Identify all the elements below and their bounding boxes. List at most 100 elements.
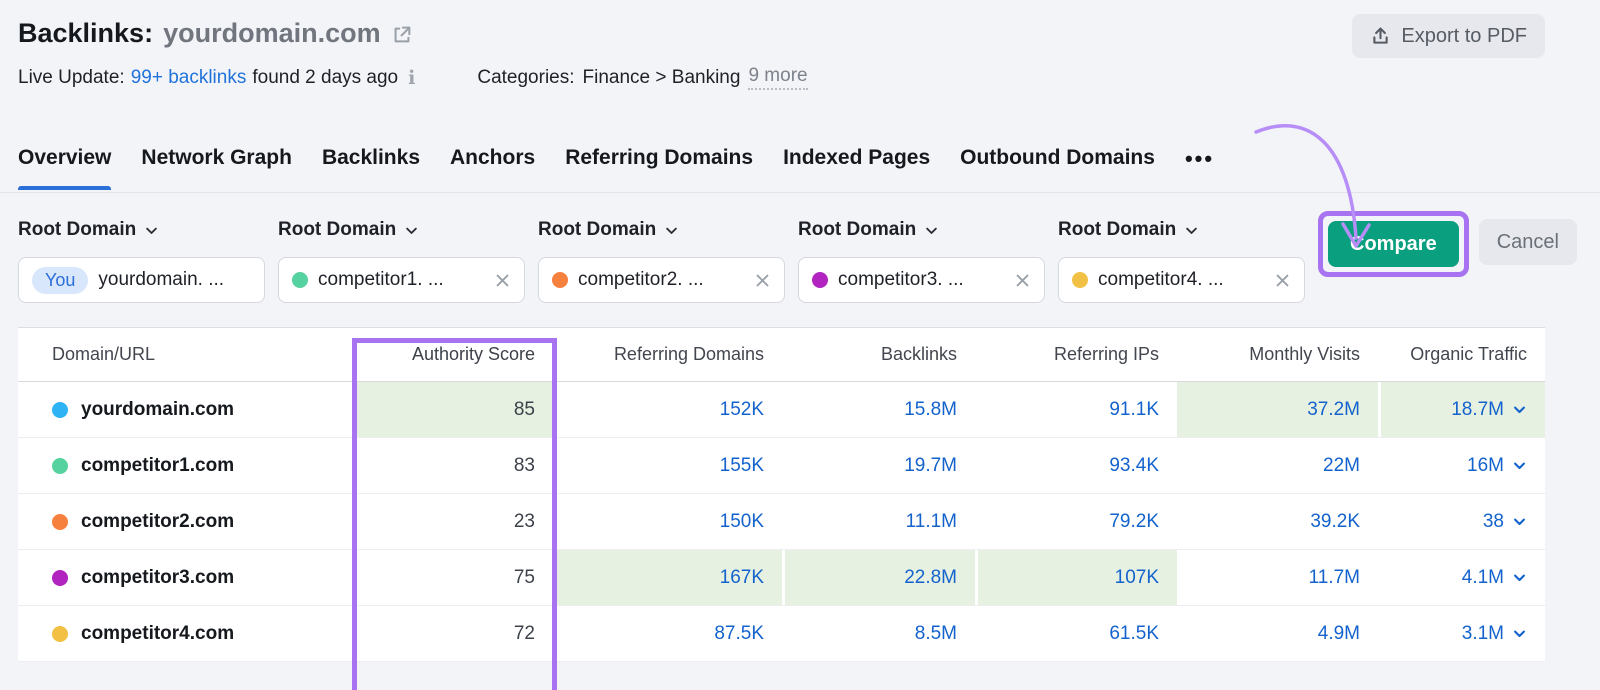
categories-more-link[interactable]: 9 more [748, 65, 808, 90]
root-domain-dropdown[interactable]: Root Domain [798, 219, 1045, 241]
domain-chip-3[interactable]: competitor3. ... [798, 257, 1045, 303]
referring-domains-link[interactable]: 150K [720, 511, 764, 533]
domain-chip-1[interactable]: competitor1. ... [278, 257, 525, 303]
monthly-visits-cell: 39.2K [1177, 494, 1378, 550]
referring-ips-link[interactable]: 93.4K [1109, 455, 1159, 477]
authority-score-value: 23 [513, 510, 535, 532]
authority-score-cell: 83 [352, 438, 557, 494]
monthly-visits-link[interactable]: 39.2K [1310, 511, 1360, 533]
organic-traffic-link[interactable]: 4.1M [1462, 567, 1504, 589]
remove-domain-icon[interactable] [1274, 272, 1291, 289]
chevron-down-icon [924, 223, 939, 238]
tabs-more-icon[interactable]: ••• [1185, 146, 1214, 192]
referring-ips-link[interactable]: 61.5K [1109, 623, 1159, 645]
authority-score-value: 72 [513, 622, 535, 644]
expand-row-chevron-icon[interactable] [1512, 514, 1527, 529]
live-update-row: Live Update: 99+ backlinks found 2 days … [18, 65, 1545, 90]
root-domain-dropdown[interactable]: Root Domain [278, 219, 525, 241]
tab-overview[interactable]: Overview [18, 146, 112, 190]
root-domain-dropdown-label: Root Domain [538, 219, 657, 240]
organic-traffic-link[interactable]: 38 [1483, 511, 1504, 533]
root-domain-dropdown[interactable]: Root Domain [1058, 219, 1305, 241]
authority-score-value: 85 [513, 398, 535, 420]
referring-domains-link[interactable]: 87.5K [714, 623, 764, 645]
compare-button[interactable]: Compare [1328, 221, 1459, 267]
remove-domain-icon[interactable] [1014, 272, 1031, 289]
column-header-domain-url: Domain/URL [18, 328, 352, 382]
authority-score-value: 75 [513, 566, 535, 588]
expand-row-chevron-icon[interactable] [1512, 458, 1527, 473]
organic-traffic-link[interactable]: 3.1M [1462, 623, 1504, 645]
referring-domains-cell: 167K [557, 550, 782, 606]
referring-ips-cell: 93.4K [975, 438, 1177, 494]
info-icon[interactable]: i [408, 67, 415, 89]
page-header: Backlinks: yourdomain.com Export to PDF … [0, 0, 1600, 90]
live-update-label: Live Update: [18, 66, 125, 88]
domain-chip-label: competitor3. ... [838, 269, 964, 290]
domain-color-dot [552, 272, 568, 288]
backlinks-cell: 19.7M [782, 438, 975, 494]
tab-referring-domains[interactable]: Referring Domains [565, 146, 753, 190]
external-link-icon[interactable] [391, 22, 413, 46]
root-domain-dropdown[interactable]: Root Domain [538, 219, 785, 241]
root-domain-dropdown[interactable]: Root Domain [18, 219, 265, 241]
domain-chip-2[interactable]: competitor2. ... [538, 257, 785, 303]
backlinks-link[interactable]: 22.8M [904, 567, 957, 589]
referring-ips-link[interactable]: 107K [1115, 567, 1159, 589]
monthly-visits-link[interactable]: 37.2M [1307, 399, 1360, 421]
domain-chip-label: competitor4. ... [1098, 269, 1224, 290]
referring-domains-link[interactable]: 152K [720, 399, 764, 421]
tab-network-graph[interactable]: Network Graph [141, 146, 292, 190]
domain-chip-4[interactable]: competitor4. ... [1058, 257, 1305, 303]
referring-ips-link[interactable]: 79.2K [1109, 511, 1159, 533]
cancel-button[interactable]: Cancel [1478, 219, 1577, 265]
monthly-visits-link[interactable]: 22M [1323, 455, 1360, 477]
backlinks-link[interactable]: 19.7M [904, 455, 957, 477]
organic-traffic-link[interactable]: 18.7M [1451, 399, 1504, 421]
monthly-visits-cell: 22M [1177, 438, 1378, 494]
expand-row-chevron-icon[interactable] [1512, 626, 1527, 641]
domain-chip-0[interactable]: You yourdomain. ... [18, 257, 265, 303]
remove-domain-icon[interactable] [754, 272, 771, 289]
domain-color-dot [52, 513, 68, 530]
export-button-label: Export to PDF [1401, 24, 1527, 47]
root-domain-dropdown-label: Root Domain [18, 219, 137, 240]
monthly-visits-link[interactable]: 4.9M [1318, 623, 1360, 645]
chevron-down-icon [144, 223, 159, 238]
backlinks-link[interactable]: 8.5M [915, 623, 957, 645]
expand-row-chevron-icon[interactable] [1512, 570, 1527, 585]
export-pdf-button[interactable]: Export to PDF [1352, 14, 1545, 58]
referring-domains-link[interactable]: 167K [720, 567, 764, 589]
root-domain-dropdown-label: Root Domain [798, 219, 917, 240]
tab-anchors[interactable]: Anchors [450, 146, 535, 190]
tab-indexed-pages[interactable]: Indexed Pages [783, 146, 930, 190]
monthly-visits-link[interactable]: 11.7M [1309, 567, 1360, 589]
organic-traffic-link[interactable]: 16M [1467, 455, 1504, 477]
column-header-backlinks: Backlinks [782, 328, 975, 382]
authority-score-cell: 72 [352, 606, 557, 662]
tab-backlinks[interactable]: Backlinks [322, 146, 420, 190]
referring-domains-link[interactable]: 155K [720, 455, 764, 477]
referring-domains-cell: 152K [557, 382, 782, 438]
chevron-down-icon [1184, 223, 1199, 238]
tab-outbound-domains[interactable]: Outbound Domains [960, 146, 1155, 190]
backlinks-link[interactable]: 15.8M [904, 399, 957, 421]
filter-group-4: Root Domain competitor4. ... [1058, 219, 1305, 303]
organic-traffic-cell: 38 [1378, 494, 1545, 550]
remove-domain-icon[interactable] [494, 272, 511, 289]
column-header-referring-domains: Referring Domains [557, 328, 782, 382]
organic-traffic-cell: 4.1M [1378, 550, 1545, 606]
filter-group-1: Root Domain competitor1. ... [278, 219, 525, 303]
root-domain-dropdown-label: Root Domain [1058, 219, 1177, 240]
backlinks-link[interactable]: 11.1M [906, 511, 957, 533]
domain-cell: competitor3.com [18, 550, 352, 606]
referring-ips-link[interactable]: 91.1K [1109, 399, 1159, 421]
column-header-authority-score: Authority Score [352, 328, 557, 382]
chevron-down-icon [664, 223, 679, 238]
expand-row-chevron-icon[interactable] [1512, 402, 1527, 417]
referring-ips-cell: 91.1K [975, 382, 1177, 438]
categories-path: Finance > Banking [582, 66, 741, 88]
domain-color-dot [1072, 272, 1088, 288]
column-header-organic-traffic: Organic Traffic [1378, 328, 1545, 382]
backlinks-count-link[interactable]: 99+ backlinks [131, 67, 247, 89]
